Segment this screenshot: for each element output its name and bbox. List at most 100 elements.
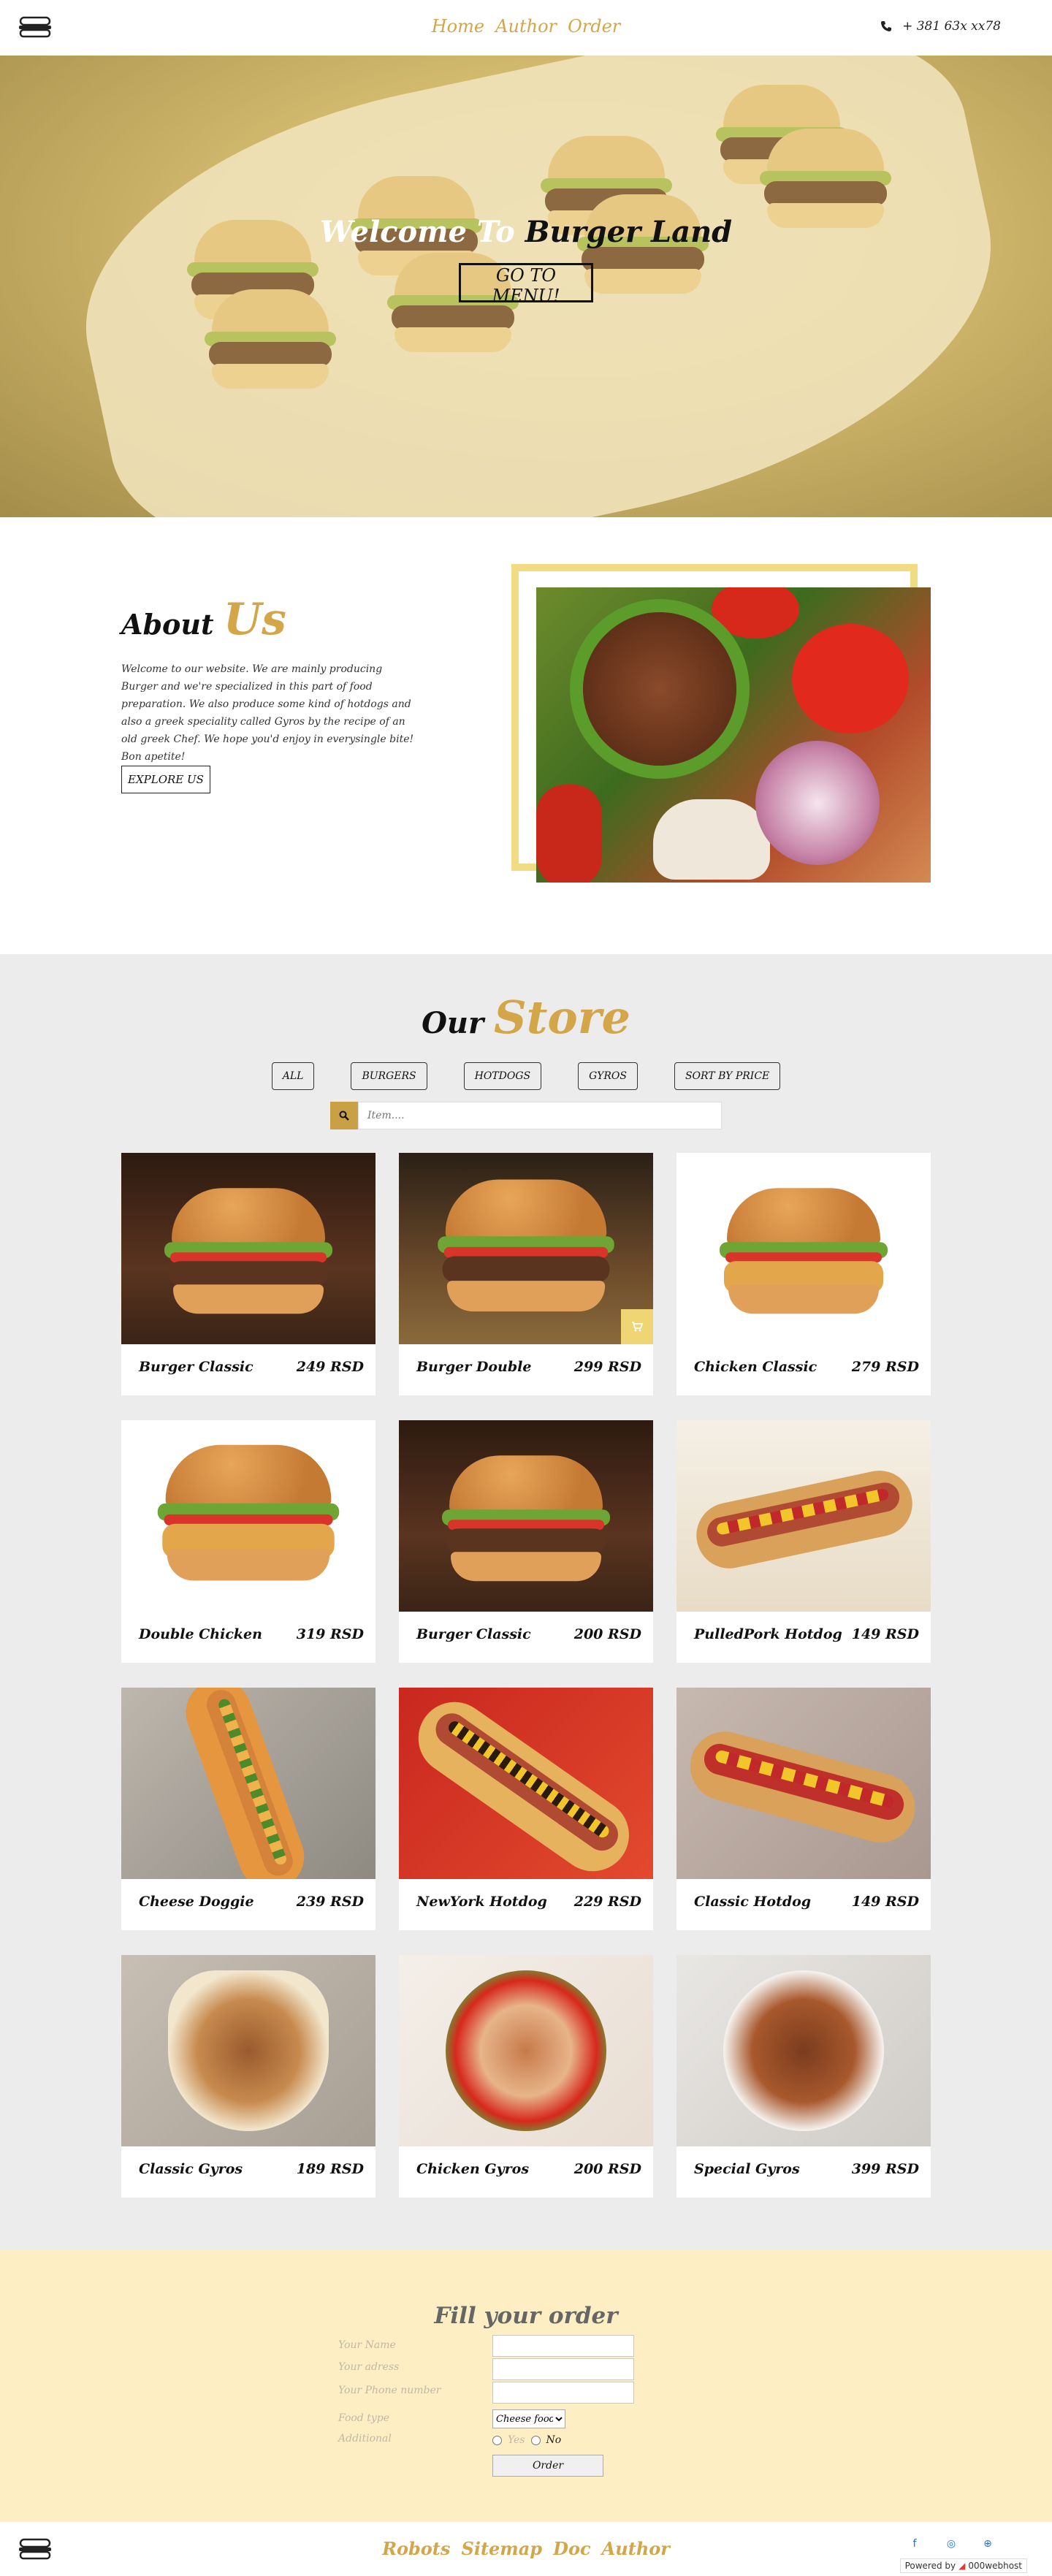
globe-icon[interactable]: ⊕ bbox=[982, 2538, 994, 2550]
product-card[interactable]: PulledPork Hotdog 149 RSD bbox=[676, 1420, 931, 1663]
phone-contact: + 381 63x xx78 bbox=[880, 19, 1001, 34]
phone-input[interactable] bbox=[492, 2382, 634, 2404]
product-name: Burger Classic bbox=[416, 1626, 531, 1642]
cart-icon bbox=[632, 1322, 643, 1332]
footer-link-robots[interactable]: Robots bbox=[382, 2538, 450, 2559]
store-search bbox=[330, 1102, 722, 1129]
order-form-title: Fill your order bbox=[434, 2303, 618, 2329]
additional-radio-group: Yes No bbox=[492, 2434, 561, 2446]
about-image-vegetables bbox=[536, 587, 931, 883]
host-logo-icon: ◢ bbox=[958, 2561, 966, 2571]
top-navbar: Home Author Order + 381 63x xx78 bbox=[0, 0, 1052, 56]
name-label: Your Name bbox=[338, 2339, 396, 2351]
add-to-cart-button[interactable] bbox=[621, 1309, 653, 1344]
address-label: Your adress bbox=[338, 2361, 400, 2373]
product-price: 149 RSD bbox=[851, 1626, 919, 1642]
product-price: 149 RSD bbox=[851, 1894, 919, 1910]
nav-link-home[interactable]: Home bbox=[432, 16, 484, 37]
product-name: Burger Classic bbox=[139, 1359, 254, 1375]
phone-number: + 381 63x xx78 bbox=[902, 19, 1001, 34]
product-name: Classic Gyros bbox=[139, 2161, 243, 2177]
store-title-prefix: Our bbox=[422, 1006, 495, 1040]
product-name: Cheese Doggie bbox=[139, 1894, 254, 1910]
product-name: Chicken Gyros bbox=[416, 2161, 530, 2177]
product-card[interactable]: Chicken Gyros 200 RSD bbox=[399, 1955, 653, 2198]
footer-links: Robots Sitemap Doc Author bbox=[0, 2538, 1052, 2559]
filter-buttons: ALL BURGERS HOTDOGS GYROS SORT BY PRICE bbox=[0, 1062, 1052, 1090]
product-price: 239 RSD bbox=[296, 1894, 364, 1910]
powered-by-label: Powered by bbox=[904, 2561, 956, 2571]
order-form-section: Fill your order Your Name Your adress Yo… bbox=[0, 2250, 1052, 2522]
product-card[interactable]: Classic Gyros 189 RSD bbox=[121, 1955, 376, 2198]
additional-yes-label: Yes bbox=[508, 2434, 525, 2446]
product-price: 299 RSD bbox=[573, 1359, 641, 1375]
filter-gyros-button[interactable]: GYROS bbox=[578, 1062, 638, 1090]
product-name: Special Gyros bbox=[694, 2161, 800, 2177]
filter-burgers-button[interactable]: BURGERS bbox=[351, 1062, 427, 1090]
product-image bbox=[399, 1955, 653, 2146]
go-to-menu-button[interactable]: GO TO MENU! bbox=[459, 263, 593, 306]
product-image bbox=[121, 1153, 376, 1344]
hero-banner: Welcome To Burger Land GO TO MENU! bbox=[0, 56, 1052, 517]
facebook-icon[interactable]: f bbox=[909, 2538, 920, 2550]
food-type-label: Food type bbox=[338, 2412, 389, 2424]
nav-link-author[interactable]: Author bbox=[495, 16, 557, 37]
food-type-select[interactable]: Cheese food bbox=[492, 2409, 565, 2428]
nav-link-order[interactable]: Order bbox=[568, 16, 620, 37]
powered-by-badge[interactable]: Powered by ◢ 000webhost bbox=[899, 2558, 1027, 2573]
hero-title-prefix: Welcome To bbox=[319, 215, 525, 249]
about-title: About Us bbox=[121, 594, 286, 645]
filter-hotdogs-button[interactable]: HOTDOGS bbox=[463, 1062, 542, 1090]
filter-all-button[interactable]: ALL bbox=[271, 1062, 315, 1090]
product-name: Classic Hotdog bbox=[694, 1894, 812, 1910]
social-links: f ◎ ⊕ bbox=[909, 2538, 994, 2550]
sort-by-price-button[interactable]: SORT BY PRICE bbox=[674, 1062, 781, 1090]
product-card[interactable]: Burger Classic 200 RSD bbox=[399, 1420, 653, 1663]
footer: Robots Sitemap Doc Author f ◎ ⊕ Powered … bbox=[0, 2522, 1052, 2576]
product-card[interactable]: Special Gyros 399 RSD bbox=[676, 1955, 931, 2198]
footer-link-author[interactable]: Author bbox=[602, 2538, 670, 2559]
product-price: 399 RSD bbox=[851, 2161, 919, 2177]
search-input[interactable] bbox=[358, 1102, 722, 1129]
product-image bbox=[399, 1420, 653, 1612]
name-input[interactable] bbox=[492, 2335, 634, 2357]
product-card[interactable]: Cheese Doggie 239 RSD bbox=[121, 1688, 376, 1930]
product-image bbox=[121, 1955, 376, 2146]
product-price: 200 RSD bbox=[573, 2161, 641, 2177]
address-input[interactable] bbox=[492, 2358, 634, 2380]
product-name: PulledPork Hotdog bbox=[694, 1626, 842, 1642]
product-image bbox=[676, 1153, 931, 1344]
search-button[interactable] bbox=[330, 1102, 358, 1129]
host-name: 000webhost bbox=[968, 2561, 1022, 2571]
footer-link-sitemap[interactable]: Sitemap bbox=[462, 2538, 543, 2559]
product-card[interactable]: NewYork Hotdog 229 RSD bbox=[399, 1688, 653, 1930]
phone-label: Your Phone number bbox=[338, 2385, 441, 2396]
additional-no-radio[interactable] bbox=[530, 2435, 541, 2445]
product-card[interactable]: Classic Hotdog 149 RSD bbox=[676, 1688, 931, 1930]
product-name: Chicken Classic bbox=[694, 1359, 817, 1375]
product-price: 319 RSD bbox=[296, 1626, 364, 1642]
product-card[interactable]: Chicken Classic 279 RSD bbox=[676, 1153, 931, 1395]
product-name: NewYork Hotdog bbox=[416, 1894, 547, 1910]
explore-us-button[interactable]: EXPLORE US bbox=[121, 766, 210, 793]
product-image bbox=[399, 1688, 653, 1879]
footer-link-doc[interactable]: Doc bbox=[553, 2538, 590, 2559]
product-image bbox=[121, 1688, 376, 1879]
about-title-accent: Us bbox=[223, 594, 286, 645]
product-card[interactable]: Double Chicken 319 RSD bbox=[121, 1420, 376, 1663]
store-title: Our Store bbox=[0, 991, 1052, 1044]
product-price: 189 RSD bbox=[296, 2161, 364, 2177]
about-title-prefix: About bbox=[121, 608, 224, 641]
instagram-icon[interactable]: ◎ bbox=[945, 2538, 957, 2550]
product-card[interactable]: Burger Double 299 RSD bbox=[399, 1153, 653, 1395]
about-section: About Us Welcome to our website. We are … bbox=[0, 517, 1052, 954]
order-submit-button[interactable]: Order bbox=[492, 2455, 603, 2477]
hero-title-brand: Burger Land bbox=[525, 215, 733, 249]
store-title-accent: Store bbox=[494, 991, 630, 1044]
product-card[interactable]: Burger Classic 249 RSD bbox=[121, 1153, 376, 1395]
additional-no-label: No bbox=[546, 2434, 562, 2446]
product-image bbox=[399, 1153, 653, 1344]
additional-yes-radio[interactable] bbox=[492, 2435, 502, 2445]
product-image bbox=[676, 1420, 931, 1612]
additional-label: Additional bbox=[338, 2433, 392, 2444]
